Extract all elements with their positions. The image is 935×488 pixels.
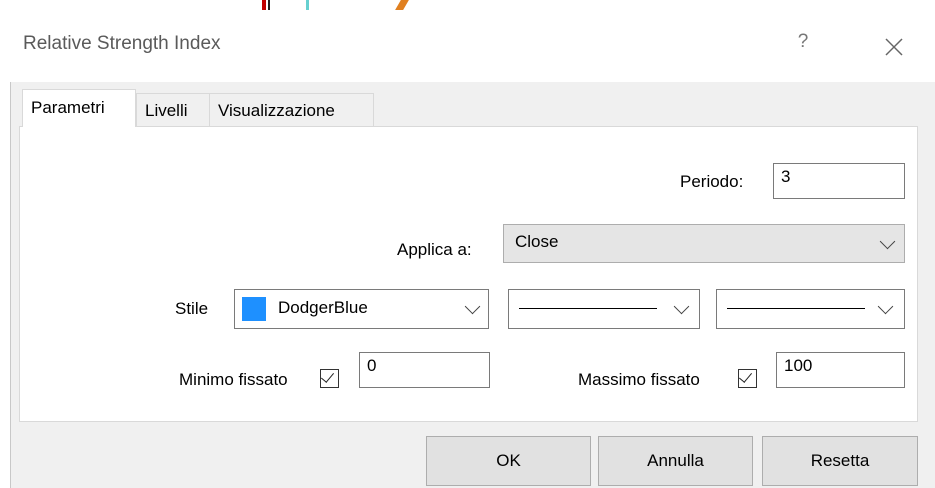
background-chart-bar: [268, 0, 270, 10]
fixed-min-label: Minimo fissato: [179, 370, 288, 389]
background-window: [0, 0, 935, 10]
color-select[interactable]: DodgerBlue: [234, 289, 489, 329]
tab-livelli[interactable]: Livelli: [136, 93, 210, 126]
period-label: Periodo:: [680, 172, 744, 191]
chevron-down-icon: [877, 298, 894, 315]
check-icon: [738, 369, 753, 383]
tab-parametri[interactable]: Parametri: [22, 89, 136, 127]
line-width-select[interactable]: [716, 289, 905, 329]
help-button[interactable]: ?: [792, 31, 814, 57]
apply-to-value: Close: [515, 232, 559, 251]
check-icon: [320, 369, 335, 383]
background-chart-bar: [262, 0, 266, 10]
style-label: Stile: [175, 299, 209, 318]
dialog-title: Relative Strength Index: [23, 33, 221, 54]
color-name: DodgerBlue: [278, 298, 368, 317]
color-swatch: [242, 297, 266, 321]
apply-to-select[interactable]: Close: [503, 224, 905, 263]
tab-visualizzazione[interactable]: Visualizzazione: [209, 93, 374, 126]
fixed-min-checkbox[interactable]: [320, 369, 339, 388]
fixed-min-input[interactable]: 0: [359, 352, 490, 388]
line-style-select[interactable]: [508, 289, 700, 329]
cancel-button[interactable]: Annulla: [598, 436, 753, 486]
apply-label: Applica a:: [397, 240, 472, 259]
chevron-down-icon: [464, 298, 481, 315]
line-style-preview: [519, 308, 657, 309]
reset-button[interactable]: Resetta: [762, 436, 918, 486]
chevron-down-icon: [673, 298, 690, 315]
period-input[interactable]: 3: [773, 163, 905, 199]
fixed-max-input[interactable]: 100: [776, 352, 905, 388]
line-width-preview: [727, 308, 865, 309]
close-icon: [885, 38, 903, 56]
close-button[interactable]: [880, 33, 908, 61]
background-chart-line: [306, 0, 309, 10]
fixed-max-checkbox[interactable]: [738, 369, 757, 388]
fixed-max-label: Massimo fissato: [578, 370, 700, 389]
ok-button[interactable]: OK: [426, 436, 591, 486]
chevron-down-icon: [879, 233, 896, 250]
